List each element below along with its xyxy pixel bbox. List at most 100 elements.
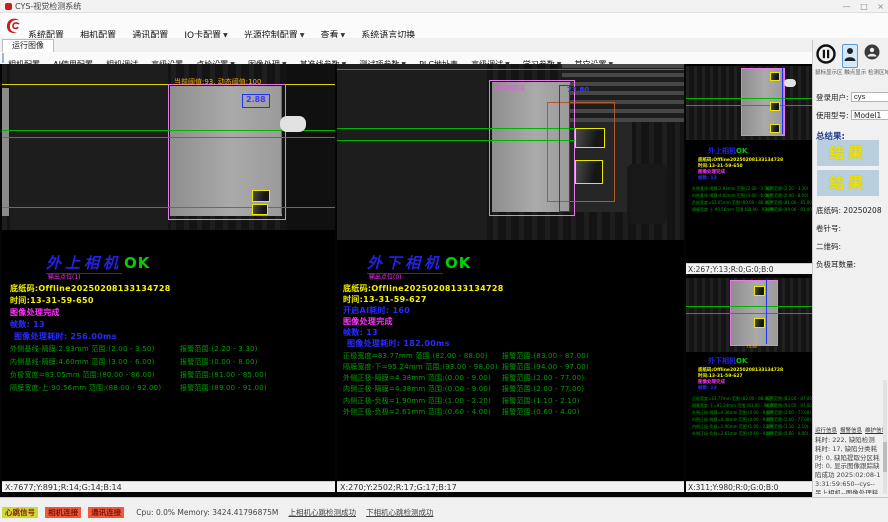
log-scrollbar[interactable] xyxy=(883,380,887,494)
negative-tab-count-field: 负极耳数量: xyxy=(816,259,888,270)
measurement-row: 正极宽度=83.77mm 范围:(82.00 - 88.00)报警范围:(83.… xyxy=(337,351,684,361)
edge-measure-box xyxy=(559,85,570,212)
user-login-button[interactable] xyxy=(842,44,858,68)
camera-image-lower[interactable]: AI检测区域 73.80 xyxy=(337,64,684,240)
ai-region-label: AI检测区域 xyxy=(495,83,525,92)
preview-image[interactable]: 73.80 xyxy=(686,278,812,352)
pause-button[interactable] xyxy=(816,44,836,68)
tab-run-image[interactable]: 运行图像 xyxy=(2,39,54,53)
measurement-row: 隔膜宽度-上:90.56mm 范围:(88.00 - 92.00)报警范围:(8… xyxy=(2,383,335,393)
menubar-main: 系统配置 相机配置 通讯配置 IO卡配置▼ 光源控制配置▼ 查看▼ 系统语言切换 xyxy=(0,13,888,39)
measurement-row: 外侧基线-隔膜:2.93mm 范围:(2.00 - 3.50)报警范围:(2.2… xyxy=(2,344,335,354)
lower-camera-heartbeat-text: 下相机心跳检测成功 xyxy=(366,507,434,518)
titlebar: CYS-视觉检测系统 — □ × xyxy=(0,0,888,13)
display-area-label: 鼠标显示区 触点显示 检测区域 xyxy=(815,68,887,76)
process-done-line: 图像处理完成 xyxy=(10,307,60,318)
overlay-measure-line xyxy=(2,137,335,138)
tab-strip: 运行图像 xyxy=(0,38,888,53)
minimize-icon[interactable]: — xyxy=(843,2,851,11)
control-panel: 鼠标显示区 触点显示 检测区域 登录用户: 使用型号: Model1 总结果: … xyxy=(812,40,888,497)
roll-pin-field: 卷针号: xyxy=(816,223,888,234)
app-logo-icon xyxy=(4,16,24,36)
measurement-row: 内侧正极-负极=1.90mm 范围:(1.00 - 2.20)报警范围:(1.1… xyxy=(337,396,684,406)
status-bar: 心跳信号 相机连接 通讯连接 Cpu: 0.0% Memory: 3424.41… xyxy=(0,497,888,522)
preview-status: X:311;Y:980;R:0;G:0;B:0 xyxy=(686,481,812,492)
paper-code-line: 底纸码:Offline20250208133134728 xyxy=(10,283,171,294)
frame-count-line: 帧数: 13 xyxy=(10,319,45,330)
ai-elapsed-line: 开启AI耗时: 160 xyxy=(343,305,410,316)
camera-connect-badge: 相机连接 xyxy=(45,507,81,518)
main-content: 当前阈值:93, 动态阈值:100 2.88 外上相机OK 输出点位(1) 底纸… xyxy=(0,64,812,497)
scrollbar-thumb[interactable] xyxy=(883,442,887,472)
defect-box xyxy=(252,190,270,202)
maximize-icon[interactable]: □ xyxy=(860,2,868,11)
overlay-measure-line xyxy=(337,69,684,70)
preview-result-title: 外下相机OK xyxy=(708,356,747,366)
elapsed-line: 图像处理耗时: 256.00ms xyxy=(14,331,117,342)
result-badge-upper: 结果 xyxy=(817,140,879,166)
overlay-measure-line xyxy=(2,207,335,208)
camera-view-upper: 当前阈值:93, 动态阈值:100 2.88 外上相机OK 输出点位(1) 底纸… xyxy=(2,64,335,492)
output-point-label: 输出点位(0) xyxy=(369,272,402,281)
time-line: 时间:13-31-59-650 xyxy=(10,295,94,306)
preview-status: X:267;Y:13;R:0;G:0;B:0 xyxy=(686,263,812,274)
log-tabs: 运行信息报警信息维护信息 xyxy=(815,426,885,434)
application-window: CYS-视觉检测系统 — □ × 系统配置 相机配置 通讯配置 IO卡配置▼ 光… xyxy=(0,0,888,522)
time-line: 时间:13-31-59-627 xyxy=(343,294,427,305)
login-user-input[interactable] xyxy=(851,92,888,102)
measure-value: 73.80 xyxy=(567,86,589,94)
elapsed-line: 图像处理耗时: 182.00ms xyxy=(347,338,450,349)
preview-upper: 外上相机OK 底纸码:Offline20250208133134728 时间:1… xyxy=(686,64,812,274)
upper-camera-heartbeat-text: 上相机心跳检测成功 xyxy=(288,507,356,518)
output-point-label: 输出点位(1) xyxy=(48,272,81,281)
result-badge-lower: 结果 xyxy=(817,170,879,196)
log-text: 耗时: 222, 缺陷检测耗时: 17, 缺陷分类耗时: 0, 缺陷提取分区耗时… xyxy=(815,436,881,494)
ok-status: OK xyxy=(445,254,471,272)
camera-result-title: 外下相机OK xyxy=(367,252,471,273)
heartbeat-badge: 心跳信号 xyxy=(2,507,38,518)
overlay-measure-line xyxy=(337,140,577,141)
defect-box xyxy=(575,160,603,184)
threshold-label: 当前阈值:93, 动态阈值:100 xyxy=(174,77,261,87)
measurement-row: 内侧基线-隔膜:4.60mm 范围:(3.00 - 6.00)报警范围:(0.0… xyxy=(2,357,335,367)
camera-result-title: 外上相机OK xyxy=(46,252,150,273)
tape-blob xyxy=(280,116,306,132)
defect-box xyxy=(575,128,605,148)
ok-status: OK xyxy=(124,254,150,272)
left-edge-strip xyxy=(2,88,9,216)
close-icon[interactable]: × xyxy=(877,2,884,11)
measurement-row: 隔膜宽度-下=95.24mm 范围:(93.00 - 98.00)报警范围:(9… xyxy=(337,362,684,372)
cursor-position-status: X:270;Y:2502;R:17;G:17;B:17 xyxy=(337,481,684,492)
window-title: CYS-视觉检测系统 xyxy=(15,2,81,11)
log-tab-alarm-info[interactable]: 报警信息 xyxy=(840,428,862,434)
app-icon xyxy=(5,3,12,10)
preview-line: 帧数: 13 xyxy=(698,385,717,391)
model-select[interactable]: Model1 xyxy=(851,110,888,120)
process-done-line: 图像处理完成 xyxy=(343,316,393,327)
search-region-box xyxy=(547,102,615,202)
preview-result-title: 外上相机OK xyxy=(708,146,747,156)
overlay-edge-line xyxy=(281,86,282,214)
measurement-row: 内侧正极-隔膜=4.38mm 范围:(0.00 - 9.00)报警范围:(2.0… xyxy=(337,384,684,394)
preview-lower: 73.80 外下相机OK 底纸码:Offline2025020813313472… xyxy=(686,276,812,492)
cursor-position-status: X:7677;Y:891;R:14;G:14;B:14 xyxy=(2,481,335,492)
measurement-row: 外侧正极-负极=2.61mm 范围:(0.60 - 4.00)报警范围:(0.6… xyxy=(337,407,684,417)
preview-image[interactable] xyxy=(686,66,812,140)
measurement-row: 外侧正极-隔膜=4.38mm 范围:(0.00 - 9.00)报警范围:(2.0… xyxy=(337,373,684,383)
comm-connect-badge: 通讯连接 xyxy=(88,507,124,518)
camera-view-lower: AI检测区域 73.80 外下相机OK 输出点位(0) 底纸码:Offline2… xyxy=(337,64,684,492)
frame-count-line: 帧数: 13 xyxy=(343,327,378,338)
paper-code-field: 底纸码: 20250208 xyxy=(816,205,888,216)
defect-box xyxy=(252,204,268,215)
cpu-memory-text: Cpu: 0.0% Memory: 3424.41796875M xyxy=(136,508,278,517)
window-controls: — □ × xyxy=(836,0,884,13)
log-tab-run-info[interactable]: 运行信息 xyxy=(815,428,837,434)
measurement-row: 负极宽度=83.05mm 范围:(80.00 - 86.00)报警范围:(81.… xyxy=(2,370,335,380)
qr-code-field: 二维码: xyxy=(816,241,888,252)
camera-image-upper[interactable]: 当前阈值:93, 动态阈值:100 2.88 xyxy=(2,64,335,230)
paper-code-line: 底纸码:Offline20250208133134728 xyxy=(343,283,504,294)
preview-line: 帧数: 13 xyxy=(698,175,717,181)
overlay-measure-line xyxy=(337,128,577,129)
measure-value: 2.88 xyxy=(246,95,266,104)
operator-button[interactable] xyxy=(864,44,880,64)
